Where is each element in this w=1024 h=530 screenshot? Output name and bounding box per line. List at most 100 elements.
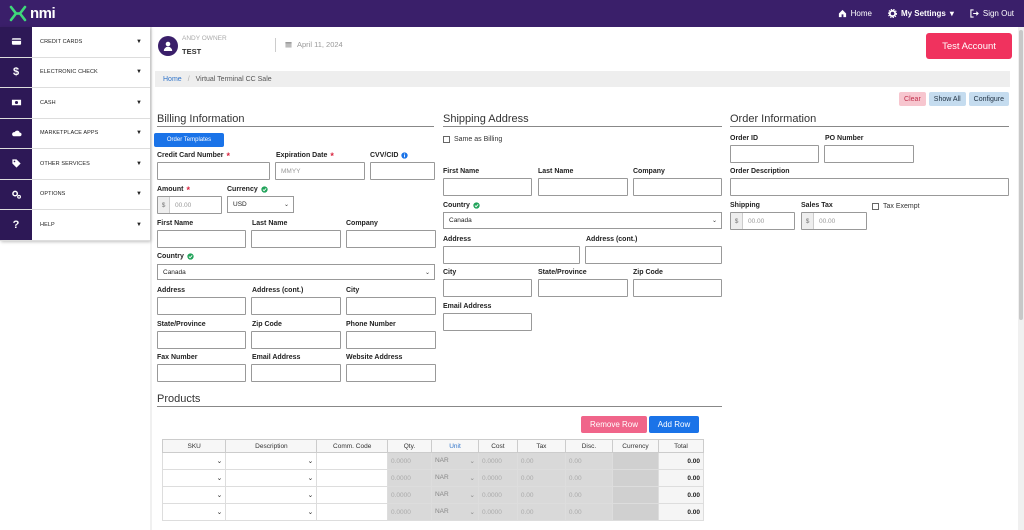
shipping-address-label: Address (443, 236, 472, 243)
currency-prefix: $ (158, 197, 170, 213)
sidebar-item-marketplace-apps[interactable]: MARKETPLACE APPS ▼ (0, 118, 150, 149)
shipping-amount-input[interactable]: $00.00 (730, 212, 795, 230)
total-cell: 0.00 (657, 503, 705, 521)
column-header: Tax (516, 439, 566, 453)
question-icon: ? (0, 210, 32, 240)
sidebar-item-help[interactable]: ? HELP ▼ (0, 210, 150, 241)
shipping-address2-input[interactable] (585, 246, 722, 264)
billing-email-input[interactable] (251, 364, 341, 382)
show-all-button[interactable]: Show All (928, 92, 966, 106)
date-text: April 11, 2024 (297, 40, 343, 49)
description-select[interactable]: ⌄ (225, 452, 318, 470)
amount-input[interactable]: $00.00 (157, 196, 222, 214)
description-select[interactable]: ⌄ (225, 486, 318, 504)
shipping-first-name-label: First Name (443, 168, 480, 175)
checkbox-box[interactable] (872, 203, 879, 210)
billing-company-input[interactable] (346, 230, 436, 248)
clear-button[interactable]: Clear (899, 92, 926, 106)
nmi-logo[interactable]: nmi (9, 5, 56, 22)
shipping-state-input[interactable] (538, 279, 628, 297)
shipping-email-input[interactable] (443, 313, 532, 331)
currency-prefix: $ (731, 213, 743, 229)
comm-code-input[interactable] (316, 503, 388, 521)
shipping-state-label: State/Province (538, 269, 587, 276)
billing-city-input[interactable] (346, 297, 436, 315)
comm-code-input[interactable] (316, 469, 388, 487)
remove-row-button[interactable]: Remove Row (581, 416, 647, 433)
shipping-company-input[interactable] (633, 178, 722, 196)
sku-select[interactable]: ⌄ (161, 452, 227, 470)
sidebar-item-options[interactable]: OPTIONS ▼ (0, 179, 150, 210)
order-templates-button[interactable]: Order Templates (154, 133, 224, 147)
billing-zip-input[interactable] (251, 331, 341, 349)
sku-select[interactable]: ⌄ (161, 469, 227, 487)
billing-last-name-input[interactable] (251, 230, 341, 248)
top-bar: nmi Home My Settings ▾ Sign Out (0, 0, 1024, 27)
cvv-input[interactable] (370, 162, 435, 180)
shipping-city-input[interactable] (443, 279, 532, 297)
tax-cell: 0.00 (516, 486, 566, 504)
chevron-down-icon: ⌄ (307, 475, 314, 482)
sku-select[interactable]: ⌄ (161, 503, 227, 521)
billing-state-input[interactable] (157, 331, 246, 349)
sales-tax-input[interactable]: $00.00 (801, 212, 867, 230)
sku-select[interactable]: ⌄ (161, 486, 227, 504)
configure-button[interactable]: Configure (968, 92, 1009, 106)
order-description-input[interactable] (730, 178, 1009, 196)
currency-value: USD (233, 201, 247, 208)
chevron-down-icon: ▾ (949, 9, 954, 18)
breadcrumb-home-link[interactable]: Home (163, 76, 182, 83)
shipping-amount-label: Shipping (730, 202, 760, 209)
amount-label-text: Amount (157, 186, 184, 193)
nav-sign-out[interactable]: Sign Out (970, 9, 1014, 18)
unit-cell: NAR ⌄ (430, 503, 479, 521)
shipping-country-select[interactable]: Canada ⌄ (443, 212, 722, 229)
shipping-zip-input[interactable] (633, 279, 722, 297)
shipping-address-input[interactable] (443, 246, 580, 264)
sidebar-item-other-services[interactable]: OTHER SERVICES ▼ (0, 149, 150, 180)
check-circle-icon (261, 186, 268, 193)
cost-cell: 0.0000 (477, 486, 518, 504)
billing-country-select[interactable]: Canada ⌄ (157, 264, 435, 280)
products-title: Products (157, 393, 722, 407)
nav-home[interactable]: Home (838, 9, 872, 18)
test-account-button[interactable]: Test Account (926, 33, 1012, 59)
nav-my-settings[interactable]: My Settings ▾ (887, 9, 954, 18)
order-id-input[interactable] (730, 145, 819, 163)
breadcrumb: Home / Virtual Terminal CC Sale (155, 71, 1010, 87)
billing-phone-input[interactable] (346, 331, 436, 349)
checkbox-box[interactable] (443, 136, 450, 143)
comm-code-input[interactable] (316, 452, 388, 470)
billing-fax-input[interactable] (157, 364, 246, 382)
unit-cell: NAR ⌄ (430, 469, 479, 487)
tax-exempt-checkbox[interactable]: Tax Exempt (872, 203, 920, 210)
comm-code-input[interactable] (316, 486, 388, 504)
sidebar-item-electronic-check[interactable]: $ ELECTRONIC CHECK ▼ (0, 57, 150, 88)
billing-website-input[interactable] (346, 364, 436, 382)
sidebar-item-credit-cards[interactable]: CREDIT CARDS ▼ (0, 27, 150, 58)
billing-address-input[interactable] (157, 297, 246, 315)
cc-number-input[interactable] (157, 162, 270, 180)
required-asterisk-icon: * (186, 184, 190, 195)
description-select[interactable]: ⌄ (225, 469, 318, 487)
shipping-first-name-input[interactable] (443, 178, 532, 196)
avatar[interactable] (158, 36, 178, 56)
description-select[interactable]: ⌄ (225, 503, 318, 521)
info-icon[interactable] (401, 152, 409, 159)
column-header: Disc. (564, 439, 613, 453)
required-asterisk-icon: * (226, 150, 231, 161)
currency-select[interactable]: USD ⌄ (227, 196, 294, 213)
billing-address2-input[interactable] (251, 297, 341, 315)
po-number-input[interactable] (824, 145, 914, 163)
billing-first-name-input[interactable] (157, 230, 246, 248)
caret-down-icon: ▼ (136, 69, 142, 76)
scrollbar-thumb[interactable] (1019, 30, 1023, 320)
add-row-button[interactable]: Add Row (649, 416, 699, 433)
disc-cell: 0.00 (564, 503, 613, 521)
sidebar-item-label: CASH (40, 99, 56, 106)
expiration-input[interactable]: MMYY (275, 162, 365, 180)
shipping-last-name-input[interactable] (538, 178, 628, 196)
same-as-billing-checkbox[interactable]: Same as Billing (443, 136, 502, 143)
table-row: ⌄ ⌄ 0.0000 NAR ⌄ 0.0000 0.00 0.00 0.00 (161, 469, 705, 487)
sidebar-item-cash[interactable]: CASH ▼ (0, 88, 150, 119)
